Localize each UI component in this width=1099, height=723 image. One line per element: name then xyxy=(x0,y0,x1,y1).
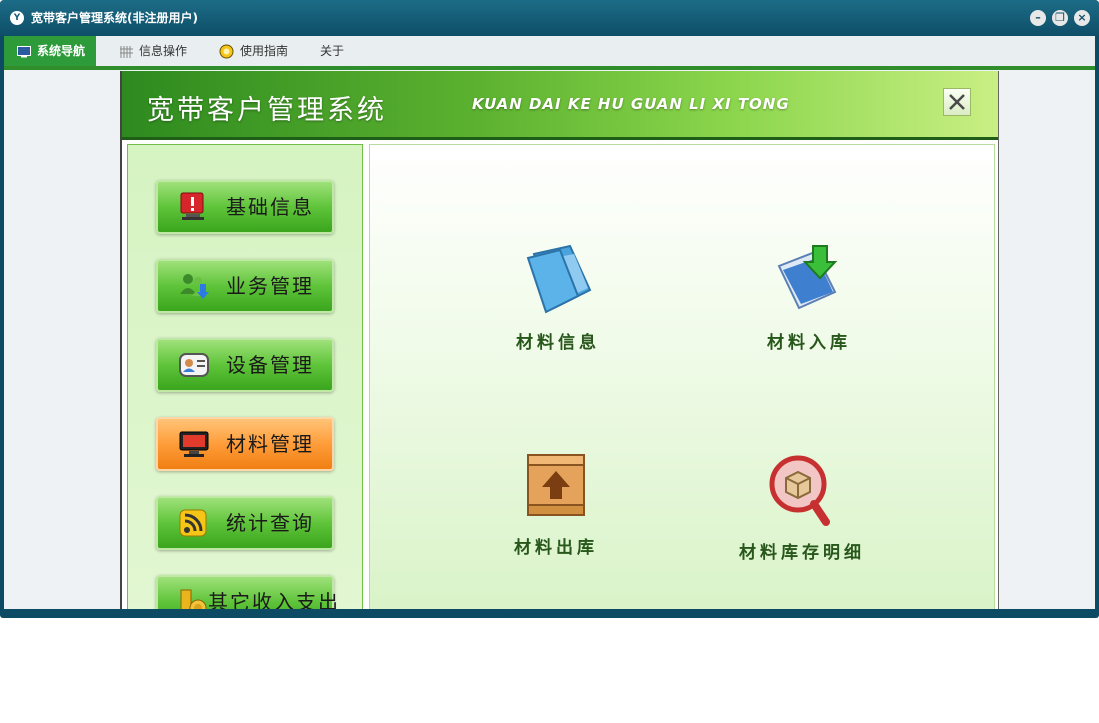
menu-label: 使用指南 xyxy=(240,44,289,58)
menu-system-nav[interactable]: 系统导航 xyxy=(4,36,97,66)
nav-label: 其它收入支出 xyxy=(208,590,340,609)
app-logo-icon: Y xyxy=(10,11,24,25)
banner-subtitle: KUAN DAI KE HU GUAN LI XI TONG xyxy=(472,95,790,113)
tile-material-outbound[interactable]: 材料出库 xyxy=(456,447,656,558)
nav-label: 基础信息 xyxy=(226,195,314,219)
banner: 宽带客户管理系统 KUAN DAI KE HU GUAN LI XI TONG xyxy=(122,71,998,140)
tile-label: 材料库存明细 xyxy=(739,543,865,563)
nav-statistics-button[interactable]: 统计查询 xyxy=(156,496,334,550)
nav-business-button[interactable]: 业务管理 xyxy=(156,259,334,313)
menu-label: 关于 xyxy=(320,44,345,58)
close-icon xyxy=(949,94,965,110)
nav-label: 设备管理 xyxy=(226,353,314,377)
main-panel: 宽带客户管理系统 KUAN DAI KE HU GUAN LI XI TONG … xyxy=(120,71,999,609)
menu-about[interactable]: 关于 xyxy=(320,36,344,66)
folder-icon xyxy=(526,244,592,314)
nav-label: 业务管理 xyxy=(226,274,314,298)
box-search-icon xyxy=(769,455,830,526)
tile-label: 材料出库 xyxy=(514,538,598,558)
users-download-icon xyxy=(180,274,209,299)
nav-basic-info-button[interactable]: 基础信息 xyxy=(156,180,334,234)
banner-title: 宽带客户管理系统 xyxy=(147,95,387,126)
nav-label: 材料管理 xyxy=(226,432,314,456)
rss-icon xyxy=(179,509,207,537)
contact-card-icon xyxy=(179,353,209,377)
window-title: 宽带客户管理系统(非注册用户) xyxy=(31,11,198,25)
app-window: Y 宽带客户管理系统(非注册用户) – ❐ × 系统导航 信息操作 使用指南 关… xyxy=(0,0,1099,618)
documents-import-icon xyxy=(777,245,838,310)
crate-export-icon xyxy=(527,454,585,516)
content-area: 材料信息 材料入库 材料出库 材料库存明细 xyxy=(369,144,995,609)
menu-info-ops[interactable]: 信息操作 xyxy=(120,36,187,66)
tile-material-inventory[interactable]: 材料库存明细 xyxy=(702,452,902,563)
nav-materials-button[interactable]: 材料管理 xyxy=(156,417,334,471)
close-icon[interactable]: × xyxy=(1074,10,1090,26)
monitor-icon xyxy=(179,431,209,457)
nav-other-income-button[interactable]: 其它收入支出 xyxy=(156,575,338,609)
minimize-icon[interactable]: – xyxy=(1030,10,1046,26)
menu-bar: 系统导航 信息操作 使用指南 关于 xyxy=(4,36,1095,70)
left-nav: 基础信息 业务管理 设备管理 材料管理 统计查询 其它收入支出 xyxy=(127,144,363,609)
monitor-icon xyxy=(17,45,31,57)
lightbulb-icon xyxy=(219,44,234,59)
menu-label: 信息操作 xyxy=(139,44,188,58)
alert-monitor-icon xyxy=(180,192,204,220)
title-bar[interactable]: Y 宽带客户管理系统(非注册用户) – ❐ × xyxy=(0,0,1099,36)
nav-label: 统计查询 xyxy=(226,511,314,535)
tile-label: 材料入库 xyxy=(767,333,851,353)
tile-material-inbound[interactable]: 材料入库 xyxy=(709,242,909,353)
coins-icon xyxy=(180,589,207,609)
restore-icon[interactable]: ❐ xyxy=(1052,10,1068,26)
tile-material-info[interactable]: 材料信息 xyxy=(458,242,658,353)
client-area: 宽带客户管理系统 KUAN DAI KE HU GUAN LI XI TONG … xyxy=(4,70,1095,609)
panel-close-button[interactable] xyxy=(943,88,971,116)
menu-user-guide[interactable]: 使用指南 xyxy=(219,36,288,66)
menu-label: 系统导航 xyxy=(37,44,86,58)
tile-label: 材料信息 xyxy=(516,333,600,353)
nav-equipment-button[interactable]: 设备管理 xyxy=(156,338,334,392)
grid-icon xyxy=(120,45,133,58)
